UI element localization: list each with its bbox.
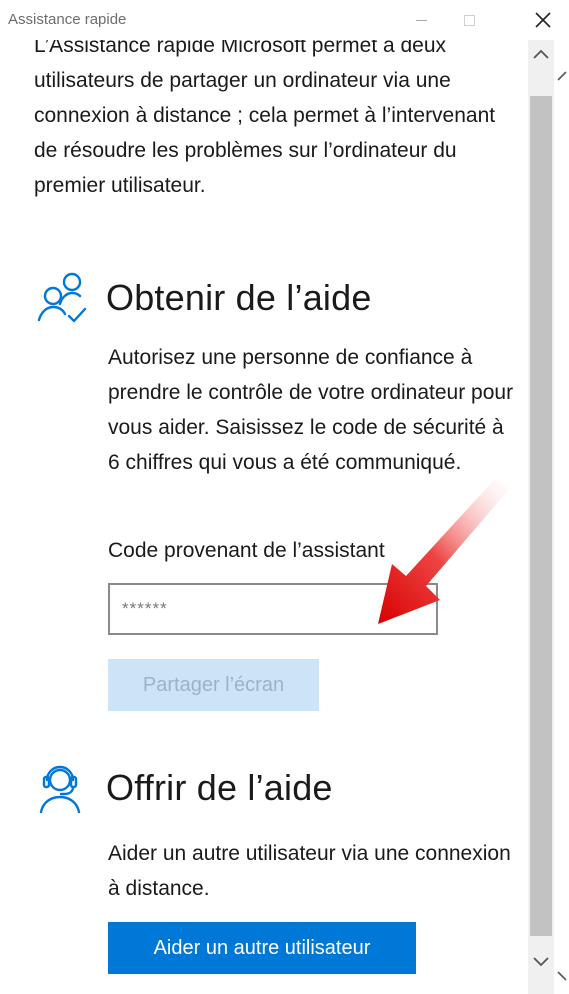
scroll-down-button[interactable] (528, 948, 554, 976)
get-help-description: Autorisez une personne de confiance à pr… (108, 346, 514, 474)
headset-user-icon (39, 765, 81, 814)
get-help-title: Obtenir de l’aide (106, 277, 372, 318)
security-code-input[interactable] (108, 583, 438, 635)
users-check-icon (37, 272, 87, 323)
give-help-description: Aider un autre utilisateur via une conne… (108, 842, 511, 900)
give-help-header: Offrir de l’aide (36, 760, 333, 816)
window-title: Assistance rapide (8, 11, 127, 28)
close-button[interactable] (520, 4, 566, 36)
outer-chevron-up-icon (557, 71, 567, 81)
maximize-icon (463, 14, 475, 26)
scroll-up-button[interactable] (528, 40, 554, 68)
get-help-header: Obtenir de l’aide (36, 270, 372, 326)
give-help-title: Offrir de l’aide (106, 767, 333, 808)
quick-assist-window: L’Assistance rapide Microsoft permet à d… (0, 0, 569, 994)
vertical-scrollbar[interactable] (528, 40, 554, 994)
minimize-icon (415, 19, 427, 21)
chevron-down-icon (533, 957, 549, 967)
main-content: L’Assistance rapide Microsoft permet à d… (0, 0, 528, 994)
chevron-up-icon (533, 49, 549, 59)
title-bar: Assistance rapide (0, 0, 569, 40)
scroll-thumb[interactable] (530, 96, 552, 936)
minimize-button[interactable] (398, 4, 444, 36)
code-field-label: Code provenant de l’assistant (108, 539, 385, 562)
outer-scrollbar-edge (554, 40, 569, 994)
intro-text: L’Assistance rapide Microsoft permet à d… (34, 34, 496, 197)
outer-chevron-down-icon (557, 971, 567, 981)
maximize-button[interactable] (446, 4, 492, 36)
close-icon (535, 12, 551, 28)
share-screen-button[interactable]: Partager l’écran (108, 659, 319, 711)
help-another-user-button[interactable]: Aider un autre utilisateur (108, 922, 416, 974)
